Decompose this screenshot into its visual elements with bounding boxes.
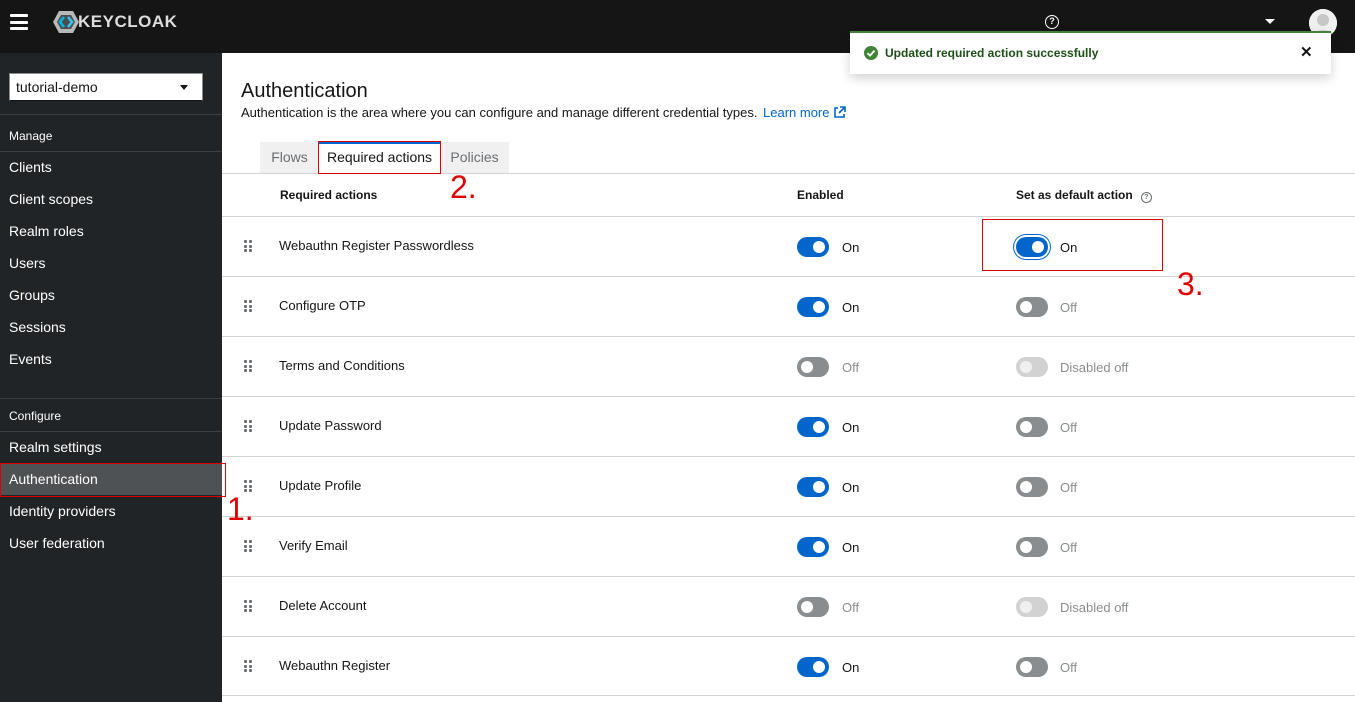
- annotation-number: 1.: [227, 491, 254, 527]
- default-action-toggle-label: On: [1060, 240, 1078, 255]
- default-action-toggle[interactable]: [1016, 417, 1048, 437]
- enabled-toggle-label: On: [842, 240, 860, 255]
- drag-handle-icon[interactable]: [244, 300, 252, 312]
- enabled-toggle[interactable]: [797, 657, 829, 677]
- default-action-toggle-label: Off: [1060, 540, 1078, 555]
- enabled-toggle-label: On: [842, 480, 860, 495]
- nav-item-realm-settings[interactable]: Realm settings: [0, 431, 222, 463]
- table-row: Verify Email On Off: [222, 516, 1355, 576]
- required-action-name: Verify Email: [279, 538, 348, 553]
- nav-item-groups[interactable]: Groups: [0, 279, 222, 311]
- table-row: Update Password On Off: [222, 396, 1355, 456]
- manage-section-title: Manage: [9, 129, 53, 143]
- annotation-number: 2.: [450, 169, 477, 205]
- table-row: Update Profile On Off: [222, 456, 1355, 516]
- default-action-toggle-label: Off: [1060, 480, 1078, 495]
- default-action-toggle-label: Off: [1060, 420, 1078, 435]
- page-description: Authentication is the area where you can…: [241, 105, 758, 120]
- enabled-toggle-label: On: [842, 420, 860, 435]
- check-circle-icon: [864, 46, 878, 60]
- default-action-toggle[interactable]: [1016, 477, 1048, 497]
- tab-required-actions[interactable]: Required actions: [319, 142, 440, 173]
- required-action-name: Update Password: [279, 418, 382, 433]
- enabled-toggle[interactable]: [797, 297, 829, 317]
- enabled-toggle[interactable]: [797, 417, 829, 437]
- drag-handle-icon[interactable]: [244, 540, 252, 552]
- realm-name: tutorial-demo: [16, 79, 98, 95]
- auth-tabs: Flows Required actions Policies: [222, 142, 1355, 174]
- drag-handle-icon[interactable]: [244, 600, 252, 612]
- tab-flows[interactable]: Flows: [260, 142, 319, 173]
- caret-down-icon: [180, 85, 188, 90]
- configure-section-title: Configure: [9, 409, 62, 423]
- table-row: Delete Account Off Disabled off: [222, 576, 1355, 636]
- enabled-toggle-label: On: [842, 540, 860, 555]
- nav-item-users[interactable]: Users: [0, 247, 222, 279]
- default-action-toggle[interactable]: [1016, 657, 1048, 677]
- nav-item-realm-roles[interactable]: Realm roles: [0, 215, 222, 247]
- enabled-toggle[interactable]: [797, 597, 829, 617]
- default-action-toggle: [1016, 597, 1048, 617]
- nav-item-user-federation[interactable]: User federation: [0, 527, 222, 559]
- logo-text: KEYCLOAK: [78, 12, 178, 31]
- help-icon[interactable]: ?: [1045, 15, 1059, 29]
- success-toast: Updated required action successfully ✕: [850, 31, 1331, 74]
- sidebar-divider: [0, 114, 222, 115]
- required-action-name: Terms and Conditions: [279, 358, 405, 373]
- enabled-toggle-label: Off: [842, 600, 860, 615]
- nav-item-authentication[interactable]: Authentication: [0, 463, 222, 495]
- drag-handle-icon[interactable]: [244, 660, 252, 672]
- drag-handle-icon[interactable]: [244, 360, 252, 372]
- required-action-name: Configure OTP: [279, 298, 366, 313]
- enabled-toggle[interactable]: [797, 477, 829, 497]
- keycloak-logo-icon: [53, 11, 79, 33]
- default-action-toggle[interactable]: [1016, 297, 1048, 317]
- default-action-toggle[interactable]: [1016, 237, 1048, 257]
- column-header-default-action-label: Set as default action: [1016, 188, 1133, 202]
- toast-message: Updated required action successfully: [885, 46, 1099, 60]
- realm-selector[interactable]: tutorial-demo: [9, 73, 203, 101]
- enabled-toggle[interactable]: [797, 357, 829, 377]
- enabled-toggle-label: On: [842, 300, 860, 315]
- table-row: Webauthn Register On Off: [222, 636, 1355, 696]
- page-title: Authentication: [241, 80, 368, 102]
- column-header-required-actions: Required actions: [280, 188, 378, 202]
- nav-item-client-scopes[interactable]: Client scopes: [0, 183, 222, 215]
- default-action-toggle[interactable]: [1016, 537, 1048, 557]
- required-action-name: Webauthn Register: [279, 658, 391, 673]
- learn-more-link[interactable]: Learn more: [763, 105, 847, 120]
- default-action-toggle-label: Off: [1060, 300, 1078, 315]
- external-link-icon: [834, 106, 847, 118]
- hamburger-menu-icon[interactable]: [10, 14, 28, 30]
- chevron-down-icon[interactable]: [1265, 19, 1275, 24]
- column-header-enabled: Enabled: [797, 188, 844, 202]
- default-action-toggle: [1016, 357, 1048, 377]
- drag-handle-icon[interactable]: [244, 420, 252, 432]
- enabled-toggle-label: Off: [842, 360, 860, 375]
- enabled-toggle[interactable]: [797, 237, 829, 257]
- nav-item-sessions[interactable]: Sessions: [0, 311, 222, 343]
- nav-item-events[interactable]: Events: [0, 343, 222, 375]
- default-action-toggle-label: Off: [1060, 660, 1078, 675]
- default-action-toggle-label: Disabled off: [1060, 600, 1129, 615]
- sidebar: tutorial-demo Manage Clients Client scop…: [0, 53, 222, 702]
- annotation-number: 3.: [1177, 266, 1204, 302]
- default-action-toggle-label: Disabled off: [1060, 360, 1129, 375]
- sidebar-divider: [0, 398, 222, 399]
- learn-more-label: Learn more: [763, 105, 830, 120]
- required-action-name: Update Profile: [279, 478, 362, 493]
- required-action-name: Delete Account: [279, 598, 367, 613]
- enabled-toggle-label: On: [842, 660, 860, 675]
- close-icon[interactable]: ✕: [1300, 45, 1313, 60]
- required-action-name: Webauthn Register Passwordless: [279, 238, 474, 253]
- help-icon[interactable]: ?: [1140, 192, 1152, 203]
- nav-item-identity-providers[interactable]: Identity providers: [0, 495, 222, 527]
- column-header-default-action: Set as default action?: [1016, 188, 1152, 203]
- drag-handle-icon[interactable]: [244, 240, 252, 252]
- enabled-toggle[interactable]: [797, 537, 829, 557]
- table-row: Terms and Conditions Off Disabled off: [222, 336, 1355, 396]
- nav-item-clients[interactable]: Clients: [0, 151, 222, 183]
- keycloak-logo[interactable]: KEYCLOAK: [52, 10, 177, 34]
